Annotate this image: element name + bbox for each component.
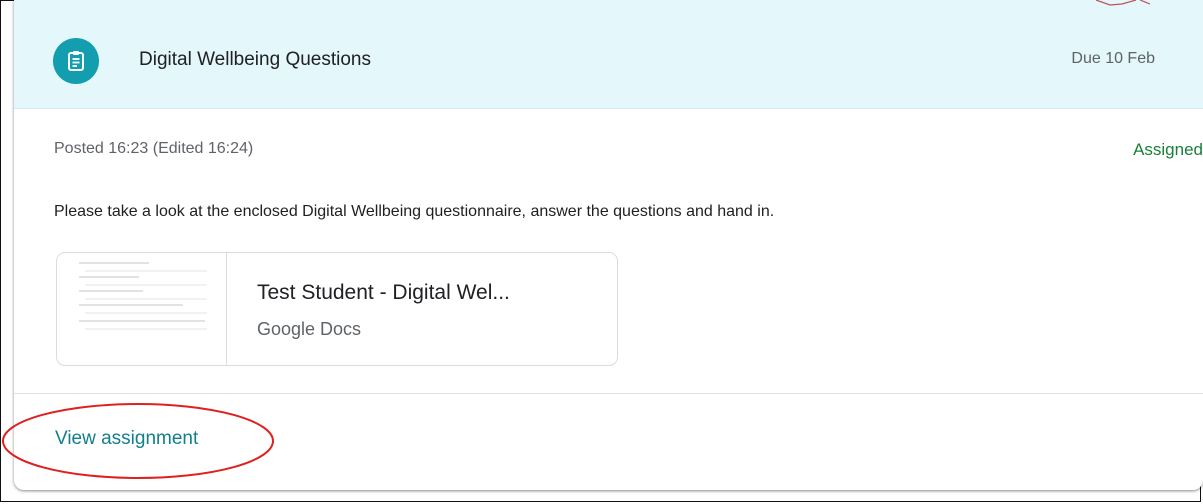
status-badge: Assigned (1133, 140, 1203, 159)
view-assignment-link[interactable]: View assignment (55, 428, 198, 450)
assignment-description: Please take a look at the enclosed Digit… (54, 203, 775, 220)
attachment-card[interactable]: Test Student - Digital Wel... Google Doc… (56, 252, 618, 366)
attachment-title[interactable]: Test Student - Digital Wel... (257, 281, 510, 305)
footer-divider (14, 393, 1203, 394)
attachment-type: Google Docs (257, 319, 362, 339)
assignment-title[interactable]: Digital Wellbeing Questions (139, 49, 371, 71)
assignment-card: Digital Wellbeing Questions Due 10 Feb P… (14, 0, 1203, 490)
due-date: Due 10 Feb (1071, 50, 1155, 67)
posted-timestamp: Posted 16:23 (Edited 16:24) (54, 140, 254, 157)
assignment-clipboard-icon (53, 38, 99, 84)
document-thumbnail (57, 253, 227, 365)
card-header[interactable]: Digital Wellbeing Questions Due 10 Feb (14, 0, 1203, 109)
